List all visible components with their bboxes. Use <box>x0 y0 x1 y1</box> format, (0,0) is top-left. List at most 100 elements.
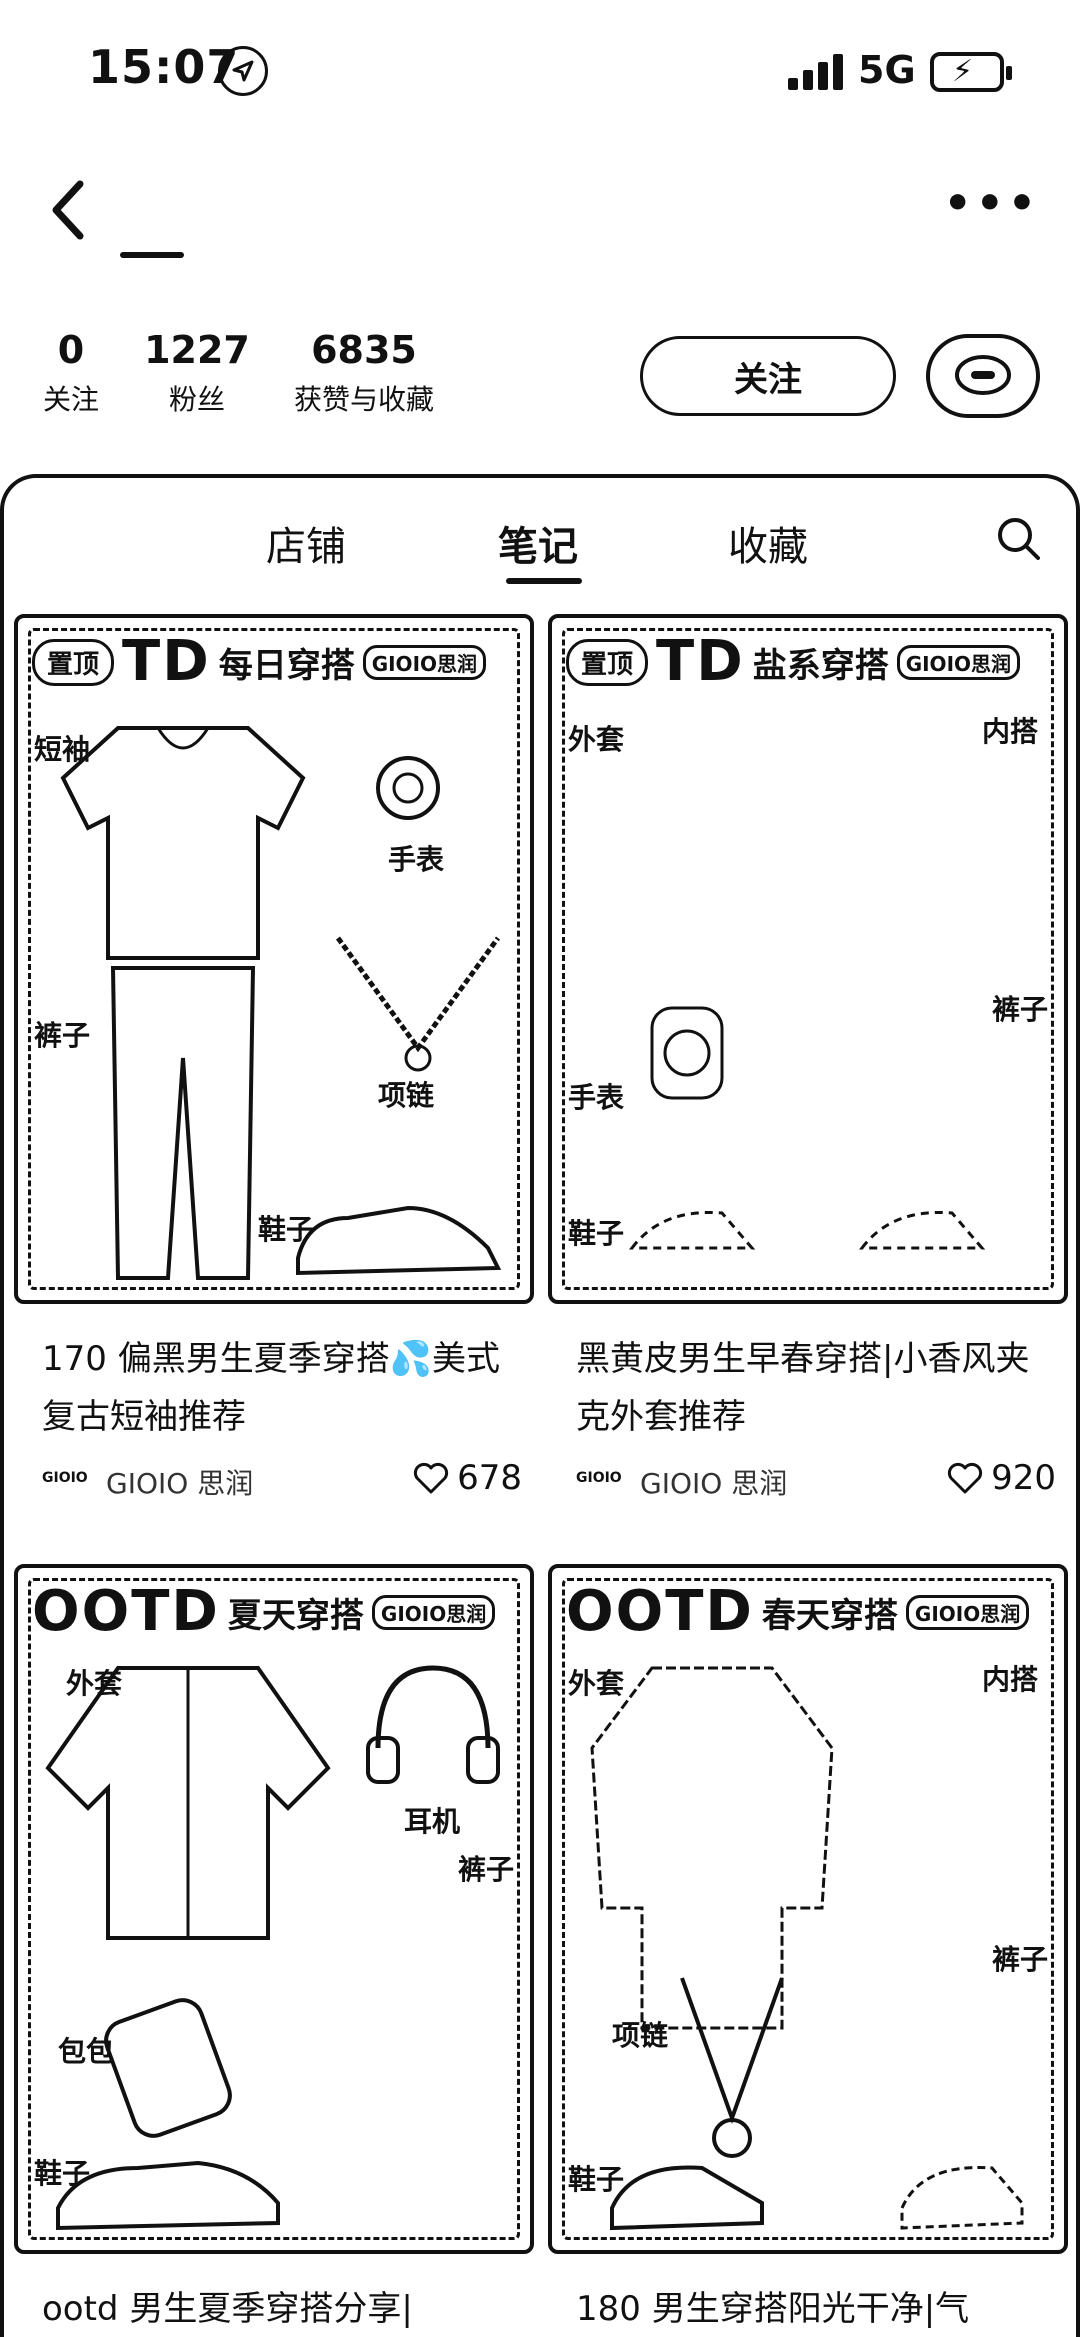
stat-value: 0 <box>57 328 85 372</box>
stat-label: 获赞与收藏 <box>293 383 434 416</box>
location-arrow-icon <box>218 46 268 96</box>
chat-button[interactable] <box>926 334 1040 418</box>
cover-header: 置顶 TD 盐系穿搭 GIOIO思润 <box>566 629 1021 694</box>
follow-button[interactable]: 关注 <box>640 336 896 416</box>
note-title[interactable]: 黑黄皮男生早春穿搭|小香风夹克外套推荐 <box>576 1330 1056 1446</box>
search-icon[interactable] <box>994 514 1044 564</box>
author-name[interactable]: GIOIO 思润 <box>106 1462 253 1502</box>
brand-tag: GIOIO思润 <box>362 644 487 680</box>
cover-label: 鞋子 <box>34 2157 91 2190</box>
cover-label: 内搭 <box>982 715 1039 748</box>
cover-header: 置顶 TD 每日穿搭 GIOIO思润 <box>32 629 487 694</box>
brand-tag: GIOIO思润 <box>896 644 1021 680</box>
brand-tag: GIOIO思润 <box>371 1594 496 1630</box>
pinned-badge: 置顶 <box>566 638 649 686</box>
sneaker-icon <box>628 1210 986 1250</box>
pinned-badge: 置顶 <box>32 638 115 686</box>
note-cover[interactable]: OOTD 春天穿搭 GIOIO思润 外套 内搭 裤子 项链 鞋子 <box>548 1564 1068 2254</box>
cover-label: 手表 <box>388 843 445 876</box>
sneaker-icon <box>296 1205 502 1276</box>
status-bar: 15:07 5G ⚡ <box>0 0 1080 140</box>
brand-tag: GIOIO思润 <box>905 1594 1030 1630</box>
cover-label: 外套 <box>66 1667 123 1700</box>
watch-icon <box>650 1006 724 1100</box>
cover-label: 裤子 <box>34 1019 91 1052</box>
stat-label: 关注 <box>42 383 99 416</box>
like-count: 920 <box>991 1458 1056 1498</box>
cover-label: 项链 <box>378 1079 435 1112</box>
note-meta: GIOIO GIOIO 思润 920 <box>576 1456 1056 1504</box>
signal-icon <box>786 52 848 96</box>
cover-label: 裤子 <box>992 993 1049 1026</box>
active-tab-indicator <box>506 578 582 584</box>
cover-big-text: OOTD <box>32 1579 220 1644</box>
author-avatar[interactable]: GIOIO <box>42 1470 88 1486</box>
cover-big-text: TD <box>656 629 745 694</box>
stat-value: 1227 <box>144 328 250 372</box>
cover-label: 项链 <box>612 2019 669 2052</box>
more-options-icon[interactable]: ••• <box>944 178 1040 229</box>
like-count: 678 <box>457 1458 522 1498</box>
cover-heading: 夏天穿搭 <box>227 1595 364 1636</box>
top-nav: ••• <box>0 150 1080 270</box>
author-name[interactable]: GIOIO 思润 <box>640 1462 787 1502</box>
note-cover[interactable]: OOTD 夏天穿搭 GIOIO思润 外套 耳机 裤子 包包 鞋子 <box>14 1564 534 2254</box>
back-arrow-icon[interactable] <box>40 170 100 250</box>
cover-label: 短袖 <box>34 733 91 766</box>
note-title[interactable]: 180 男生穿搭阳光干净|气 <box>576 2280 1056 2337</box>
cover-header: OOTD 春天穿搭 GIOIO思润 <box>566 1579 1030 1644</box>
battery-charging-icon: ⚡ <box>930 52 1012 92</box>
network-type: 5G <box>858 48 916 92</box>
cover-label: 包包 <box>58 2035 115 2068</box>
note-card[interactable]: OOTD 夏天穿搭 GIOIO思润 外套 耳机 裤子 包包 鞋子 ootd 男生… <box>14 1564 534 2337</box>
cover-label: 鞋子 <box>568 2163 625 2196</box>
cover-label: 外套 <box>568 1667 625 1700</box>
cover-label: 鞋子 <box>568 1217 625 1250</box>
cover-heading: 每日穿搭 <box>218 645 355 686</box>
cover-label: 裤子 <box>992 1943 1049 1976</box>
stat-value: 6835 <box>311 328 417 372</box>
stat-followers[interactable]: 1227 粉丝 <box>142 328 252 418</box>
like-button[interactable]: 920 <box>947 1458 1056 1498</box>
cover-label: 外套 <box>568 723 625 756</box>
necklace-icon <box>680 1977 784 2158</box>
like-button[interactable]: 678 <box>413 1458 522 1498</box>
sneaker-icon <box>610 2165 1024 2231</box>
note-cover[interactable]: 置顶 TD 每日穿搭 GIOIO思润 短袖 手表 裤子 项链 鞋子 <box>14 614 534 1304</box>
name-placeholder-line <box>120 252 184 258</box>
cover-label: 内搭 <box>982 1663 1039 1696</box>
content-panel: 店铺 笔记 收藏 置顶 TD 每日穿搭 GIOIO思润 短袖 手表 裤子 项链 … <box>0 474 1080 2337</box>
tab-shop[interactable]: 店铺 <box>266 514 346 572</box>
cover-label: 鞋子 <box>258 1213 315 1246</box>
cover-label: 裤子 <box>458 1853 515 1886</box>
note-card[interactable]: 置顶 TD 盐系穿搭 GIOIO思润 外套 内搭 裤子 手表 鞋子 黑黄皮男生早… <box>548 614 1068 1514</box>
cover-heading: 盐系穿搭 <box>752 645 889 686</box>
cover-big-text: OOTD <box>566 1579 754 1644</box>
note-cover[interactable]: 置顶 TD 盐系穿搭 GIOIO思润 外套 内搭 裤子 手表 鞋子 <box>548 614 1068 1304</box>
cover-label: 手表 <box>568 1081 625 1114</box>
heart-icon <box>948 1462 983 1494</box>
necklace-icon <box>335 936 501 1072</box>
stat-following[interactable]: 0 关注 <box>36 328 106 418</box>
note-title[interactable]: ootd 男生夏季穿搭分享| <box>42 2280 522 2337</box>
cover-heading: 春天穿搭 <box>761 1595 898 1636</box>
status-time: 15:07 <box>88 40 240 94</box>
heart-icon <box>414 1462 449 1494</box>
cover-big-text: TD <box>122 629 211 694</box>
note-card[interactable]: OOTD 春天穿搭 GIOIO思润 外套 内搭 裤子 项链 鞋子 180 男生穿… <box>548 1564 1068 2337</box>
note-title[interactable]: 170 偏黑男生夏季穿搭💦美式复古短袖推荐 <box>42 1330 522 1446</box>
cover-label: 耳机 <box>404 1805 461 1838</box>
headphones-icon <box>366 1665 500 1784</box>
watch-icon <box>376 756 440 820</box>
author-avatar[interactable]: GIOIO <box>576 1470 622 1486</box>
stat-likes-favorites[interactable]: 6835 获赞与收藏 <box>282 328 446 418</box>
tab-bar: 店铺 笔记 收藏 <box>4 478 1076 588</box>
tab-favorites[interactable]: 收藏 <box>728 514 808 572</box>
tab-notes[interactable]: 笔记 <box>498 514 578 572</box>
note-meta: GIOIO GIOIO 思润 678 <box>42 1456 522 1504</box>
stat-label: 粉丝 <box>168 383 225 416</box>
bag-icon <box>104 1998 232 2138</box>
cover-header: OOTD 夏天穿搭 GIOIO思润 <box>32 1579 496 1644</box>
chat-bubble-icon <box>955 355 1011 395</box>
note-card[interactable]: 置顶 TD 每日穿搭 GIOIO思润 短袖 手表 裤子 项链 鞋子 170 偏黑… <box>14 614 534 1514</box>
